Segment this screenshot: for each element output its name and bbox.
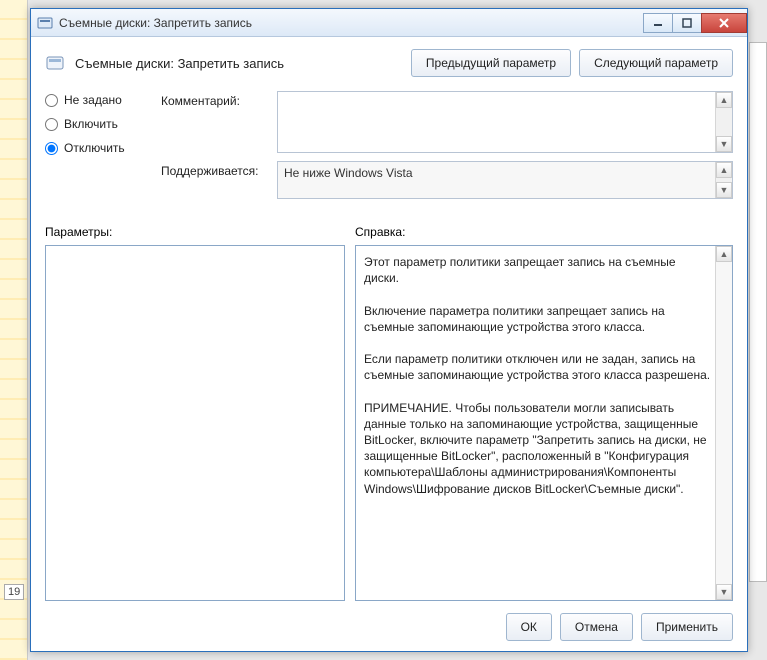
minimize-button[interactable] [643,13,673,33]
window-icon [37,15,53,31]
radio-disabled[interactable]: Отключить [45,141,155,155]
policy-title: Съемные диски: Запретить запись [75,56,284,71]
radio-disabled-input[interactable] [45,142,58,155]
window-title: Съемные диски: Запретить запись [59,16,252,30]
scroll-up-icon[interactable]: ▲ [716,246,732,262]
radio-enabled-label: Включить [64,117,118,131]
comment-label: Комментарий: [161,91,271,108]
supported-value: Не ниже Windows Vista [284,166,413,180]
supported-scroll: ▲ ▼ [715,162,732,198]
comment-scroll: ▲ ▼ [715,92,732,152]
config-grid: Не задано Включить Отключить Комментарий… [45,91,733,207]
close-button[interactable] [701,13,747,33]
radio-not-configured-input[interactable] [45,94,58,107]
help-panel: Этот параметр политики запрещает запись … [355,245,733,601]
scroll-down-icon[interactable]: ▼ [716,182,732,198]
help-text: Этот параметр политики запрещает запись … [364,254,712,497]
supported-label: Поддерживается: [161,161,271,178]
radio-disabled-label: Отключить [64,141,125,155]
help-scroll: ▲ ▼ [715,246,732,600]
options-label: Параметры: [45,225,345,239]
titlebar[interactable]: Съемные диски: Запретить запись [31,9,747,37]
dialog-footer: ОК Отмена Применить [45,601,733,641]
radio-not-configured[interactable]: Не задано [45,93,155,107]
radio-not-configured-label: Не задано [64,93,122,107]
background-page-number: 19 [4,584,24,600]
scroll-up-icon[interactable]: ▲ [716,92,732,108]
policy-icon [45,53,65,73]
scroll-down-icon[interactable]: ▼ [716,584,732,600]
dialog-client-area: Съемные диски: Запретить запись Предыдущ… [31,37,747,651]
background-folder-stripe [0,0,28,660]
apply-button[interactable]: Применить [641,613,733,641]
section-labels: Параметры: Справка: [45,225,733,239]
cancel-button[interactable]: Отмена [560,613,633,641]
comment-box: ▲ ▼ [277,91,733,153]
supported-box: Не ниже Windows Vista ▲ ▼ [277,161,733,199]
scroll-up-icon[interactable]: ▲ [716,162,732,178]
scroll-down-icon[interactable]: ▼ [716,136,732,152]
help-label: Справка: [355,225,733,239]
previous-setting-button[interactable]: Предыдущий параметр [411,49,571,77]
window-controls [644,13,747,33]
next-setting-button[interactable]: Следующий параметр [579,49,733,77]
options-panel [45,245,345,601]
maximize-button[interactable] [672,13,702,33]
split-panels: Этот параметр политики запрещает запись … [45,245,733,601]
policy-header-row: Съемные диски: Запретить запись Предыдущ… [45,49,733,77]
state-radio-group: Не задано Включить Отключить [45,91,155,155]
radio-enabled[interactable]: Включить [45,117,155,131]
comment-textarea[interactable] [278,92,732,152]
background-right-panel [749,42,767,582]
policy-dialog-window: Съемные диски: Запретить запись Съемные … [30,8,748,652]
ok-button[interactable]: ОК [506,613,552,641]
radio-enabled-input[interactable] [45,118,58,131]
